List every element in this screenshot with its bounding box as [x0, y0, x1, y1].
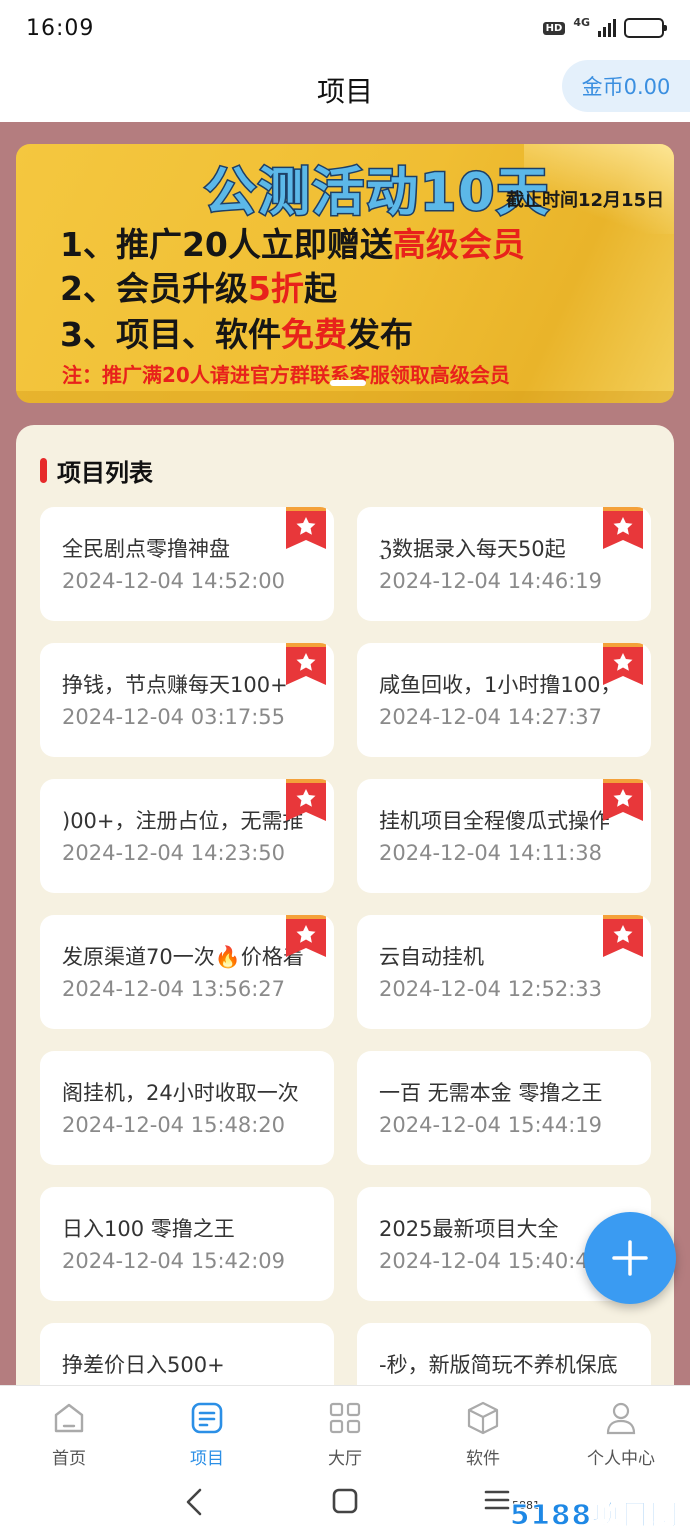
- tab-home[interactable]: 首页: [0, 1386, 138, 1475]
- grid-icon: [325, 1398, 365, 1438]
- project-card-title: )00+，注册占位，无需推: [62, 809, 304, 833]
- project-card[interactable]: 挂机项目全程傻瓜式操作 2024-12-04 14:11:38: [357, 779, 651, 893]
- coin-balance-button[interactable]: 金币0.00: [562, 60, 690, 112]
- project-card[interactable]: 全民剧点零撸神盘 2024-12-04 14:52:00: [40, 507, 334, 621]
- tab-hall-label: 大厅: [328, 1449, 362, 1469]
- project-card[interactable]: ℨ数据录入每天50起 2024-12-04 14:46:19: [357, 507, 651, 621]
- project-card-title: 日入100 零撸之王: [62, 1217, 235, 1241]
- project-card-title: 阁挂机，24小时收取一次: [62, 1081, 299, 1105]
- project-card-title: 挂机项目全程傻瓜式操作: [379, 809, 610, 833]
- featured-star-ribbon-icon: [286, 643, 326, 685]
- banner-line-3-highlight: 免费: [280, 315, 347, 354]
- project-card-title: 一百 无需本金 零撸之王: [379, 1081, 603, 1105]
- project-card-title: ℨ数据录入每天50起: [379, 537, 566, 561]
- status-icons: HD 4G: [542, 15, 667, 38]
- bottom-tab-bar: 首页 项目 大厅 软件 个人中心: [0, 1385, 690, 1475]
- banner-line-1-highlight: 高级会员: [392, 225, 525, 264]
- project-icon: [187, 1398, 227, 1438]
- watermark-logo: 5188项目网: [510, 1498, 679, 1531]
- featured-star-ribbon-icon: [603, 915, 643, 957]
- project-card-title: 云自动挂机: [379, 945, 484, 969]
- banner-line-1: 1、推广20人立即赠送高级会员: [60, 218, 525, 266]
- banner-line-1-text: 1、推广20人立即赠送: [60, 225, 393, 264]
- tab-project[interactable]: 项目: [138, 1386, 276, 1475]
- project-card-date: 2024-12-04 14:52:00: [62, 569, 286, 593]
- project-card-title: -秒，新版简玩不养机保底: [379, 1353, 618, 1377]
- home-button-icon[interactable]: [331, 1487, 359, 1521]
- project-card[interactable]: 阁挂机，24小时收取一次 2024-12-04 15:48:20: [40, 1051, 334, 1165]
- project-card-date: 2024-12-04 15:48:20: [62, 1113, 286, 1137]
- hd-icon: HD: [542, 21, 566, 35]
- project-card[interactable]: 咸鱼回收，1小时撸100， 2024-12-04 14:27:37: [357, 643, 651, 757]
- user-icon: [601, 1398, 641, 1438]
- tab-profile-label: 个人中心: [587, 1449, 655, 1469]
- banner-line-2: 2、会员升级5折起: [60, 262, 337, 310]
- back-icon[interactable]: [182, 1487, 206, 1521]
- project-card[interactable]: 挣钱，节点赚每天100+ 2024-12-04 03:17:55: [40, 643, 334, 757]
- status-time: 16:09: [26, 15, 95, 41]
- section-title: 项目列表: [57, 459, 153, 487]
- project-card-title: 挣钱，节点赚每天100+: [62, 673, 288, 697]
- tab-home-label: 首页: [52, 1449, 86, 1469]
- banner-line-2-text: 2、会员升级: [60, 269, 248, 308]
- tab-hall[interactable]: 大厅: [276, 1386, 414, 1475]
- home-icon: [49, 1398, 89, 1438]
- project-card-date: 2024-12-04 14:27:37: [379, 705, 603, 729]
- top-header: 项目 金币0.00: [0, 56, 690, 122]
- plus-icon: [612, 1240, 648, 1276]
- project-card[interactable]: 云自动挂机 2024-12-04 12:52:33: [357, 915, 651, 1029]
- signal-icon: [598, 19, 616, 37]
- banner-line-2-suffix: 起: [303, 269, 337, 308]
- project-card[interactable]: 发原渠道70一次🔥价格着 2024-12-04 13:56:27: [40, 915, 334, 1029]
- project-card-date: 2024-12-04 14:23:50: [62, 841, 286, 865]
- featured-star-ribbon-icon: [286, 507, 326, 549]
- banner-line-3-text: 3、项目、软件: [60, 315, 281, 354]
- cube-icon: [463, 1398, 503, 1438]
- banner-line-3: 3、项目、软件免费发布: [60, 308, 413, 356]
- banner-stripe: [16, 391, 674, 403]
- project-card-date: 2024-12-04 14:11:38: [379, 841, 603, 865]
- featured-star-ribbon-icon: [603, 643, 643, 685]
- project-card[interactable]: )00+，注册占位，无需推 2024-12-04 14:23:50: [40, 779, 334, 893]
- project-card-date: 2024-12-04 13:56:27: [62, 977, 286, 1001]
- banner-title: 公测活动10天: [202, 162, 551, 225]
- project-card-title: 挣差价日入500+: [62, 1353, 225, 1377]
- section-marker: [40, 458, 47, 483]
- featured-star-ribbon-icon: [286, 915, 326, 957]
- menu-icon[interactable]: [484, 1487, 510, 1521]
- status-bar: 16:09 HD 4G: [0, 0, 690, 56]
- carousel-indicator[interactable]: [330, 380, 366, 386]
- banner-line-3-suffix: 发布: [346, 315, 413, 354]
- project-card-title: 全民剧点零撸神盘: [62, 537, 230, 561]
- featured-star-ribbon-icon: [286, 779, 326, 821]
- battery-icon: [624, 18, 667, 38]
- project-card-date: 2024-12-04 15:40:44: [379, 1249, 603, 1273]
- featured-star-ribbon-icon: [603, 779, 643, 821]
- add-project-button[interactable]: [584, 1212, 676, 1304]
- banner-deadline: 截止时间12月15日: [506, 190, 665, 211]
- project-card-date: 2024-12-04 14:46:19: [379, 569, 603, 593]
- banner-line-2-highlight: 5折: [247, 269, 304, 308]
- project-list-panel: 项目列表 全民剧点零撸神盘 2024-12-04 14:52:00 ℨ数据录入每天5…: [16, 425, 674, 1437]
- tab-software-label: 软件: [466, 1449, 500, 1469]
- project-card-date: 2024-12-04 15:42:09: [62, 1249, 286, 1273]
- tab-profile[interactable]: 个人中心: [552, 1386, 690, 1475]
- system-nav-bar: 5881 5188项目网: [0, 1475, 690, 1531]
- project-card-date: 2024-12-04 03:17:55: [62, 705, 286, 729]
- project-card-title: 咸鱼回收，1小时撸100，: [379, 673, 622, 697]
- project-card-date: 2024-12-04 12:52:33: [379, 977, 603, 1001]
- project-card-title: 发原渠道70一次🔥价格着: [62, 945, 304, 969]
- banner-note: 注：推广满20人请进官方群联系客服领取高级会员: [62, 363, 510, 387]
- section-header: 项目列表: [40, 453, 153, 488]
- promo-banner[interactable]: 公测活动10天 截止时间12月15日 1、推广20人立即赠送高级会员 2、会员升…: [16, 144, 674, 403]
- project-card-date: 2024-12-04 15:44:19: [379, 1113, 603, 1137]
- project-card[interactable]: 一百 无需本金 零撸之王 2024-12-04 15:44:19: [357, 1051, 651, 1165]
- tab-project-label: 项目: [190, 1449, 224, 1469]
- featured-star-ribbon-icon: [603, 507, 643, 549]
- tab-software[interactable]: 软件: [414, 1386, 552, 1475]
- network-type: 4G: [573, 15, 590, 29]
- project-card[interactable]: 日入100 零撸之王 2024-12-04 15:42:09: [40, 1187, 334, 1301]
